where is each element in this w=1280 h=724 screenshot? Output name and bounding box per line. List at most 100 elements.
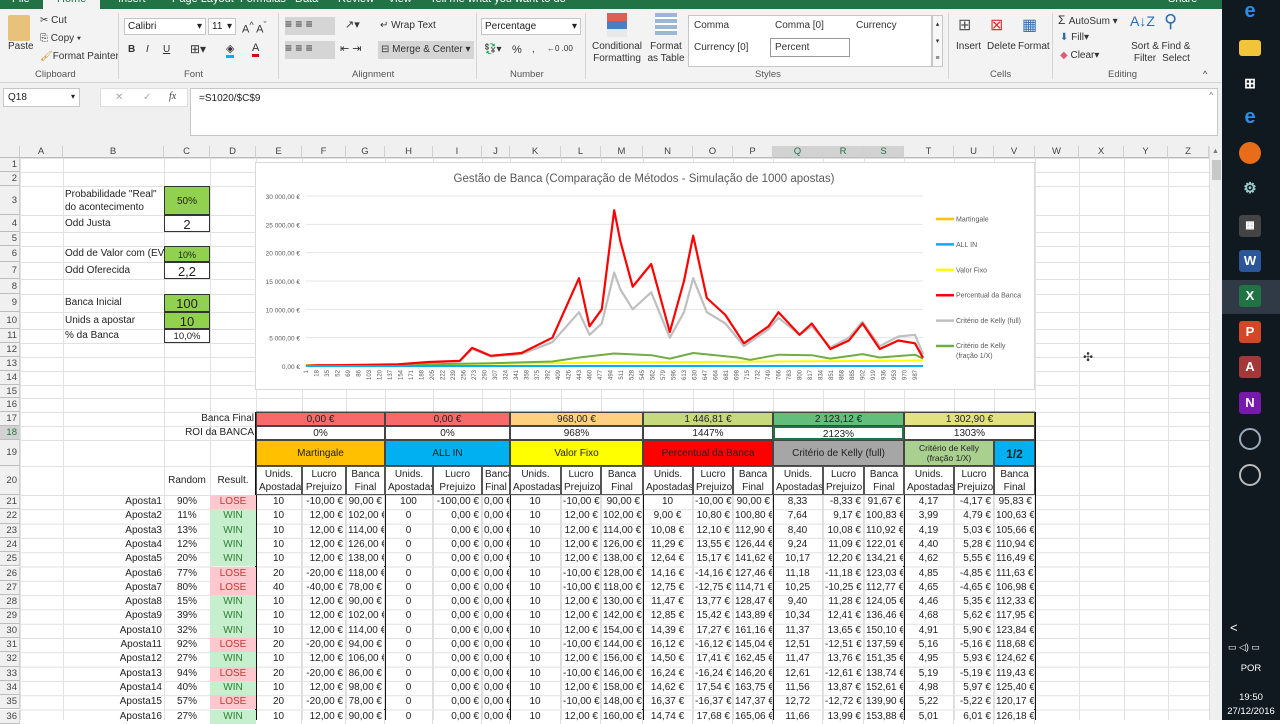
table-cell[interactable]: 13,65 € bbox=[823, 623, 864, 638]
table-cell[interactable]: 12,00 € bbox=[561, 523, 601, 538]
powerpoint-icon[interactable]: P bbox=[1239, 321, 1261, 343]
table-cell[interactable]: 163,75 € bbox=[733, 680, 773, 696]
table-cell[interactable]: -12,61 € bbox=[823, 666, 864, 681]
table-cell[interactable]: 9,17 € bbox=[823, 509, 864, 524]
table-cell[interactable]: 5,62 € bbox=[954, 609, 994, 624]
roi-value[interactable]: 0% bbox=[385, 426, 510, 440]
table-cell[interactable]: 20 bbox=[256, 695, 302, 710]
font-name-select[interactable]: Calibri ▾ bbox=[124, 18, 206, 35]
column-header-R[interactable]: R bbox=[823, 146, 864, 158]
clock-time[interactable]: 19:50 bbox=[1222, 692, 1280, 703]
table-cell[interactable]: 130,00 € bbox=[601, 595, 643, 610]
table-cell[interactable]: 12,00 € bbox=[302, 709, 346, 724]
table-cell[interactable]: 12,72 bbox=[773, 695, 823, 710]
table-cell[interactable]: 4,85 bbox=[904, 566, 954, 581]
table-cell[interactable]: 5,19 bbox=[904, 666, 954, 681]
table-cell[interactable]: -4,65 € bbox=[954, 580, 994, 596]
align-center-icons[interactable]: ≡ ≡ ≡ bbox=[285, 41, 335, 59]
table-cell[interactable]: 126,00 € bbox=[346, 537, 385, 553]
table-cell[interactable]: 12,00 € bbox=[302, 595, 346, 610]
table-cell[interactable]: 12,00 € bbox=[561, 552, 601, 567]
table-cell[interactable]: 10 bbox=[510, 638, 561, 653]
store-icon[interactable]: ⊞ bbox=[1239, 72, 1261, 94]
roi-value[interactable]: 0% bbox=[256, 426, 385, 440]
table-cell[interactable]: 0,00 € bbox=[433, 623, 482, 638]
table-cell[interactable]: 144,00 € bbox=[601, 638, 643, 653]
table-cell[interactable]: 12,00 € bbox=[302, 609, 346, 624]
table-cell[interactable]: 0,00 € bbox=[482, 537, 510, 553]
column-header-Z[interactable]: Z bbox=[1168, 146, 1209, 158]
row-header-1[interactable]: 1 bbox=[0, 158, 20, 172]
fill-button[interactable]: ⬇ Fill▾ bbox=[1060, 32, 1089, 43]
input-language[interactable]: POR bbox=[1222, 663, 1280, 674]
table-cell[interactable]: 0,00 € bbox=[482, 666, 510, 681]
currency-icon[interactable]: 💱▾ bbox=[484, 44, 501, 55]
table-cell[interactable]: 138,00 € bbox=[346, 552, 385, 567]
column-header-V[interactable]: V bbox=[994, 146, 1035, 158]
table-cell[interactable]: 10 bbox=[256, 523, 302, 538]
row-header-32[interactable]: 32 bbox=[0, 652, 20, 667]
style-currency[interactable]: Currency bbox=[856, 20, 897, 31]
column-header-L[interactable]: L bbox=[561, 146, 601, 158]
table-cell[interactable]: 0 bbox=[385, 566, 433, 581]
table-cell[interactable]: -12,72 € bbox=[823, 695, 864, 710]
fill-color-icon[interactable]: ◈ bbox=[226, 42, 235, 58]
table-cell[interactable]: 13,55 € bbox=[693, 537, 733, 553]
table-cell[interactable]: 114,71 € bbox=[733, 580, 773, 596]
table-cell[interactable]: 5,93 € bbox=[954, 652, 994, 667]
table-cell[interactable]: -10,00 € bbox=[561, 695, 601, 710]
chart[interactable]: Gestão de Banca (Comparação de Métodos -… bbox=[255, 162, 1035, 390]
method-header[interactable]: ALL IN bbox=[385, 440, 510, 466]
row-header-19[interactable]: 19 bbox=[0, 440, 20, 466]
table-cell[interactable]: 148,00 € bbox=[601, 695, 643, 710]
table-cell[interactable]: 16,37 € bbox=[643, 695, 693, 710]
table-cell[interactable]: 158,00 € bbox=[601, 680, 643, 696]
app-circle-icon[interactable] bbox=[1239, 428, 1261, 450]
table-cell[interactable]: 0,00 € bbox=[433, 595, 482, 610]
column-header-K[interactable]: K bbox=[510, 146, 561, 158]
banca-final-value[interactable]: 0,00 € bbox=[256, 412, 385, 426]
column-header-D[interactable]: D bbox=[210, 146, 256, 158]
column-subheader[interactable]: Banca Final bbox=[601, 466, 643, 495]
indent-icons[interactable]: ⇤ ⇥ bbox=[340, 42, 362, 55]
cut-button[interactable]: ✂ Cut bbox=[40, 15, 67, 26]
table-cell[interactable]: 12,00 € bbox=[561, 595, 601, 610]
table-cell[interactable]: 126,18 € bbox=[994, 709, 1035, 724]
table-cell[interactable]: 4,68 bbox=[904, 609, 954, 624]
table-cell[interactable]: 0,00 € bbox=[482, 680, 510, 696]
table-cell[interactable]: 0 bbox=[385, 509, 433, 524]
table-cell[interactable]: 0 bbox=[385, 580, 433, 596]
table-cell[interactable]: 150,10 € bbox=[864, 623, 904, 638]
table-cell[interactable]: 114,00 € bbox=[346, 623, 385, 638]
tab-review[interactable]: Review bbox=[338, 0, 374, 5]
table-cell[interactable]: 146,20 € bbox=[733, 666, 773, 681]
table-cell[interactable]: 118,00 € bbox=[346, 566, 385, 581]
select-all-corner[interactable] bbox=[0, 146, 20, 158]
column-subheader[interactable]: Lucro Prejuizo bbox=[561, 466, 601, 495]
table-cell[interactable]: 4,17 bbox=[904, 495, 954, 510]
onenote-icon[interactable]: N bbox=[1239, 392, 1261, 414]
table-cell[interactable]: 10,08 € bbox=[823, 523, 864, 538]
column-header-J[interactable]: J bbox=[482, 146, 510, 158]
method-header[interactable]: Critério de Kelly (full) bbox=[773, 440, 904, 466]
table-cell[interactable]: -5,16 € bbox=[954, 638, 994, 653]
table-cell[interactable]: 0,00 € bbox=[433, 566, 482, 581]
table-cell[interactable]: 78,00 € bbox=[346, 580, 385, 596]
table-cell[interactable]: 0 bbox=[385, 680, 433, 696]
table-cell[interactable]: 17,41 € bbox=[693, 652, 733, 667]
table-cell[interactable]: 0,00 € bbox=[482, 523, 510, 538]
fraction-cell[interactable]: 1/2 bbox=[994, 440, 1035, 466]
table-cell[interactable]: 13,77 € bbox=[693, 595, 733, 610]
enter-icon[interactable]: ✓ bbox=[143, 92, 151, 103]
table-cell[interactable]: 0,00 € bbox=[482, 652, 510, 667]
table-cell[interactable]: 10,80 € bbox=[693, 509, 733, 524]
column-header-N[interactable]: N bbox=[643, 146, 693, 158]
table-cell[interactable]: 100,63 € bbox=[994, 509, 1035, 524]
table-cell[interactable]: 0,00 € bbox=[433, 666, 482, 681]
table-cell[interactable]: 4,65 bbox=[904, 580, 954, 596]
table-cell[interactable]: 10 bbox=[510, 523, 561, 538]
table-cell[interactable]: 10 bbox=[510, 666, 561, 681]
prob-value-cell[interactable]: 50% bbox=[164, 186, 210, 215]
row-header-11[interactable]: 11 bbox=[0, 329, 20, 343]
table-cell[interactable]: 0,00 € bbox=[433, 680, 482, 696]
